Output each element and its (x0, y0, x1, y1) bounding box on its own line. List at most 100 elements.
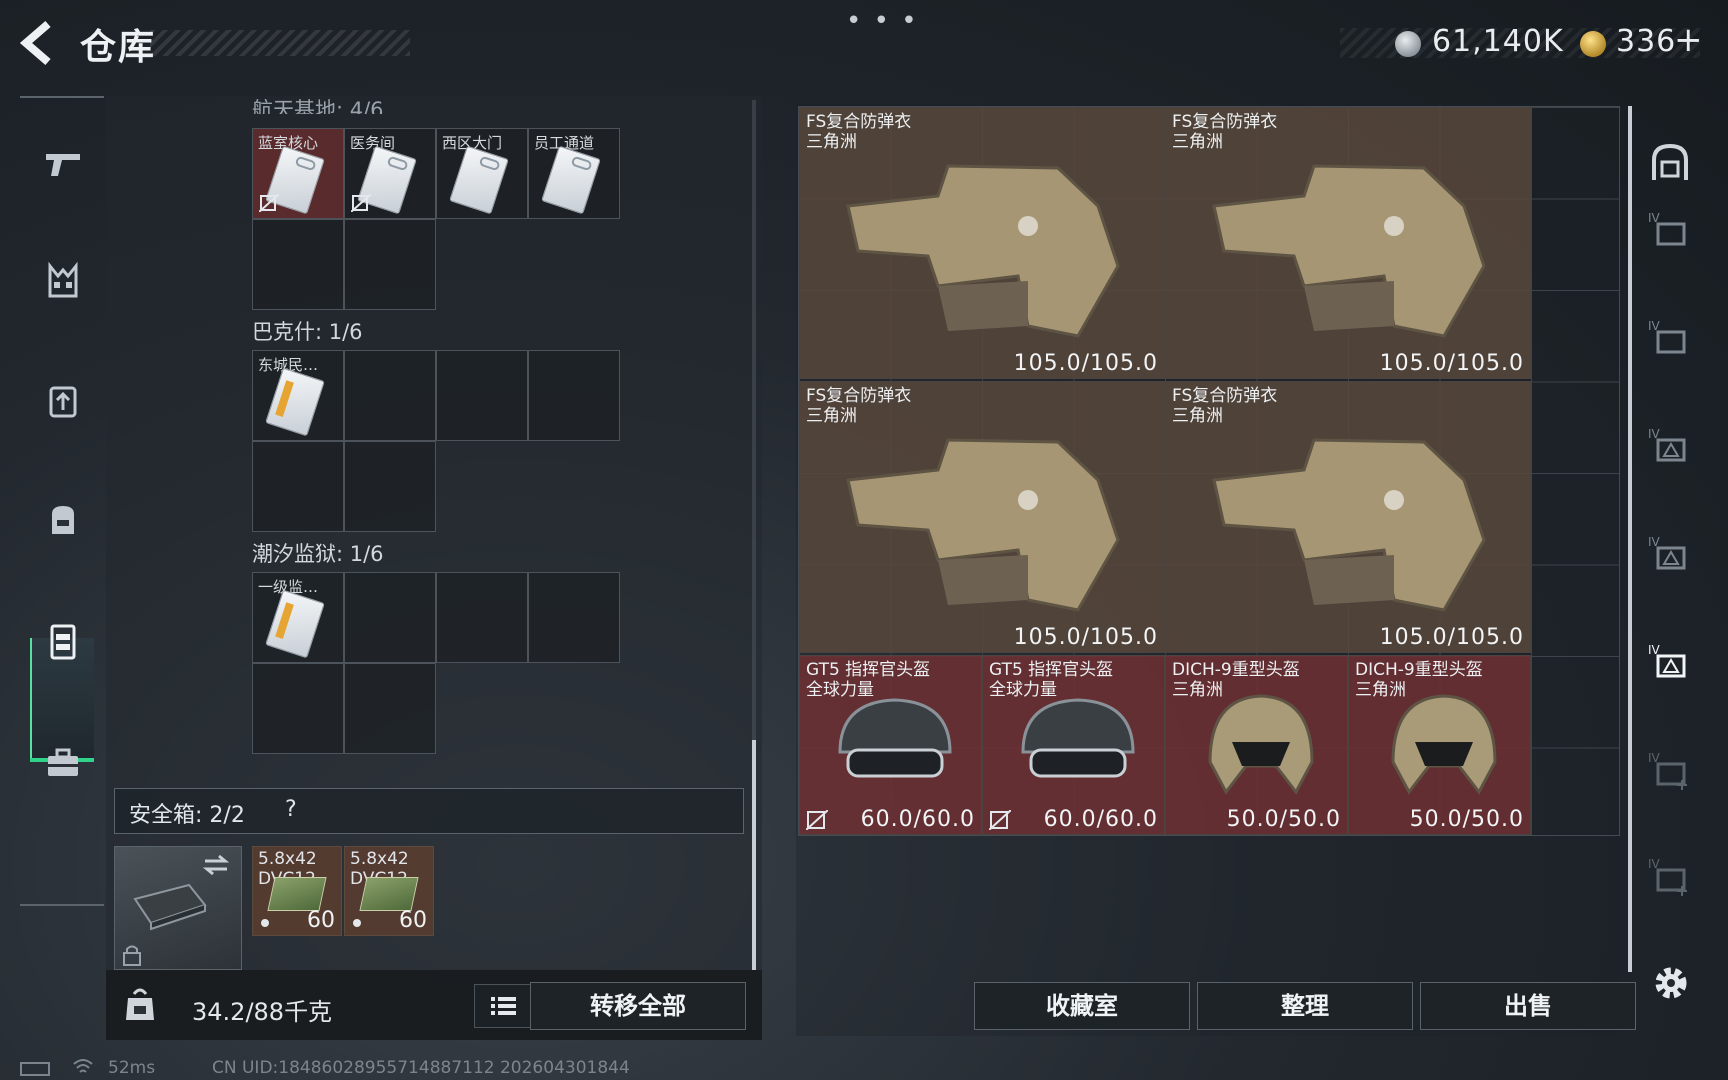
user-uid: CN UID:18486028955714887112 202604301844 (212, 1058, 630, 1078)
silver-coin-icon (1395, 31, 1421, 57)
sell-button[interactable]: 出售 (1420, 982, 1636, 1030)
empty-key-slot[interactable] (528, 350, 620, 441)
key-label: 一级监… (258, 578, 319, 596)
section-label-tidal-prison: 潮汐监狱: 1/6 (252, 542, 384, 566)
weight-value: 34.2/88千克 (192, 998, 333, 1026)
vest-item[interactable]: FS复合防弹衣 三角洲 105.0/105.0 (799, 107, 1165, 379)
settings-gear-icon[interactable] (1650, 962, 1692, 1004)
wifi-icon (73, 1059, 93, 1073)
left-scrollbar-thumb[interactable] (752, 740, 756, 970)
helmet-icon (838, 698, 952, 778)
weight-icon (126, 988, 154, 1020)
key-cell[interactable]: 一级监… (252, 572, 344, 663)
keycard-icon (265, 589, 325, 659)
swap-icon[interactable] (201, 853, 231, 877)
key-cell[interactable]: 东城民… (252, 350, 344, 441)
body-armor-icon (846, 438, 1120, 612)
key-cell[interactable]: 西区大门 (436, 128, 528, 219)
container-icon[interactable] (42, 620, 84, 662)
empty-key-slot[interactable] (344, 441, 436, 532)
empty-key-slot[interactable] (344, 663, 436, 754)
empty-key-slot[interactable] (344, 219, 436, 310)
collection-room-button[interactable]: 收藏室 (974, 982, 1190, 1030)
empty-key-slot[interactable] (252, 441, 344, 532)
category-rail (20, 96, 104, 906)
stash-home-icon[interactable] (1648, 140, 1692, 184)
helmet-item[interactable]: DICH-9重型头盔 三角洲 50.0/50.0 (1348, 655, 1531, 835)
stash-page-add-icon[interactable]: IV (1648, 856, 1692, 900)
ammo-count: 60 (399, 908, 427, 933)
ping-latency: 52ms (108, 1058, 156, 1078)
safebox-header: 安全箱: 2/2 ? (114, 788, 744, 834)
briefcase-icon[interactable] (42, 742, 84, 784)
key-label: 西区大门 (442, 134, 503, 152)
key-grid-tidal-prison: 一级监… (252, 572, 620, 756)
empty-key-slot[interactable] (252, 663, 344, 754)
ammo-dot-icon (353, 919, 361, 927)
item-durability: 50.0/50.0 (1226, 807, 1341, 832)
item-durability: 105.0/105.0 (1013, 351, 1158, 376)
key-grid-bakhsh: 东城民… (252, 350, 620, 534)
stash-scrollbar[interactable] (1628, 106, 1632, 972)
section-label-bakhsh: 巴克什: 1/6 (252, 320, 363, 344)
ammo-item[interactable]: 5.8x42 DVC12 60 (252, 846, 342, 936)
key-cell[interactable]: 员工通道 (528, 128, 620, 219)
key-grid-aerospace: 蓝室核心 医务间 西区大门 员工通道 (252, 128, 620, 312)
key-cell[interactable]: 蓝室核心 (252, 128, 344, 219)
weight-bar: 34.2/88千克 转移全部 (106, 970, 762, 1040)
item-durability: 105.0/105.0 (1379, 351, 1524, 376)
stash-page-iv-icon[interactable]: IV (1648, 426, 1692, 470)
empty-key-slot[interactable] (344, 350, 436, 441)
sort-button[interactable]: 整理 (1197, 982, 1413, 1030)
helmet-icon (1391, 694, 1497, 795)
add-currency-button[interactable]: + (1674, 20, 1703, 60)
item-durability: 60.0/60.0 (860, 807, 975, 832)
vest-item[interactable]: FS复合防弹衣 三角洲 105.0/105.0 (799, 381, 1165, 653)
ammo-dot-icon (261, 919, 269, 927)
stash-page-iv-icon[interactable]: IV (1648, 318, 1692, 362)
vest-item[interactable]: FS复合防弹衣 三角洲 105.0/105.0 (1165, 381, 1531, 653)
ammo-item[interactable]: 5.8x42 DVC12 60 (344, 846, 434, 936)
backpack-icon[interactable] (42, 498, 84, 540)
stash-page-iv-active-icon[interactable]: IV (1648, 642, 1692, 686)
helmet-item[interactable]: DICH-9重型头盔 三角洲 50.0/50.0 (1165, 655, 1348, 835)
safebox-case-icon (133, 883, 207, 931)
stash-page-add-icon[interactable]: IV (1648, 750, 1692, 794)
empty-key-slot[interactable] (436, 572, 528, 663)
key-cell[interactable]: 医务间 (344, 128, 436, 219)
move-all-button[interactable]: 转移全部 (530, 982, 746, 1030)
safebox-case-slot[interactable] (114, 846, 242, 970)
more-menu-button[interactable]: • • • (846, 6, 919, 36)
helmet-item[interactable]: GT5 指挥官头盔 全球力量 60.0/60.0 (982, 655, 1165, 835)
stash-page-iv-icon[interactable]: IV (1648, 210, 1692, 254)
empty-key-slot[interactable] (436, 350, 528, 441)
no-bind-icon (259, 194, 279, 212)
list-view-button[interactable] (474, 984, 532, 1028)
key-label: 东城民… (258, 356, 319, 374)
vest-icon[interactable] (42, 260, 84, 302)
body-armor-icon (1212, 438, 1486, 612)
keycard-icon (265, 367, 325, 437)
back-arrow-icon[interactable] (18, 20, 58, 66)
helmet-icon (1208, 694, 1314, 795)
helmet-icon (1021, 698, 1135, 778)
ammo-box-icon (359, 877, 419, 911)
item-name: FS复合防弹衣 三角洲 (1172, 112, 1278, 152)
item-durability: 105.0/105.0 (1013, 625, 1158, 650)
safebox-label: 安全箱: 2/2 (129, 803, 245, 828)
empty-key-slot[interactable] (252, 219, 344, 310)
safebox-help-button[interactable]: ? (285, 797, 297, 822)
gold-coin-icon (1580, 31, 1606, 57)
battery-icon (20, 1062, 50, 1076)
pistol-icon[interactable] (42, 142, 84, 184)
empty-key-slot[interactable] (344, 572, 436, 663)
chest-rig-icon[interactable] (42, 380, 84, 422)
vest-item[interactable]: FS复合防弹衣 三角洲 105.0/105.0 (1165, 107, 1531, 379)
title-stripe-decoration (150, 30, 410, 56)
key-label: 医务间 (350, 134, 396, 152)
stash-page-iv-icon[interactable]: IV (1648, 534, 1692, 578)
no-bind-icon (806, 810, 828, 830)
key-label: 蓝室核心 (258, 134, 319, 152)
helmet-item[interactable]: GT5 指挥官头盔 全球力量 60.0/60.0 (799, 655, 982, 835)
empty-key-slot[interactable] (528, 572, 620, 663)
